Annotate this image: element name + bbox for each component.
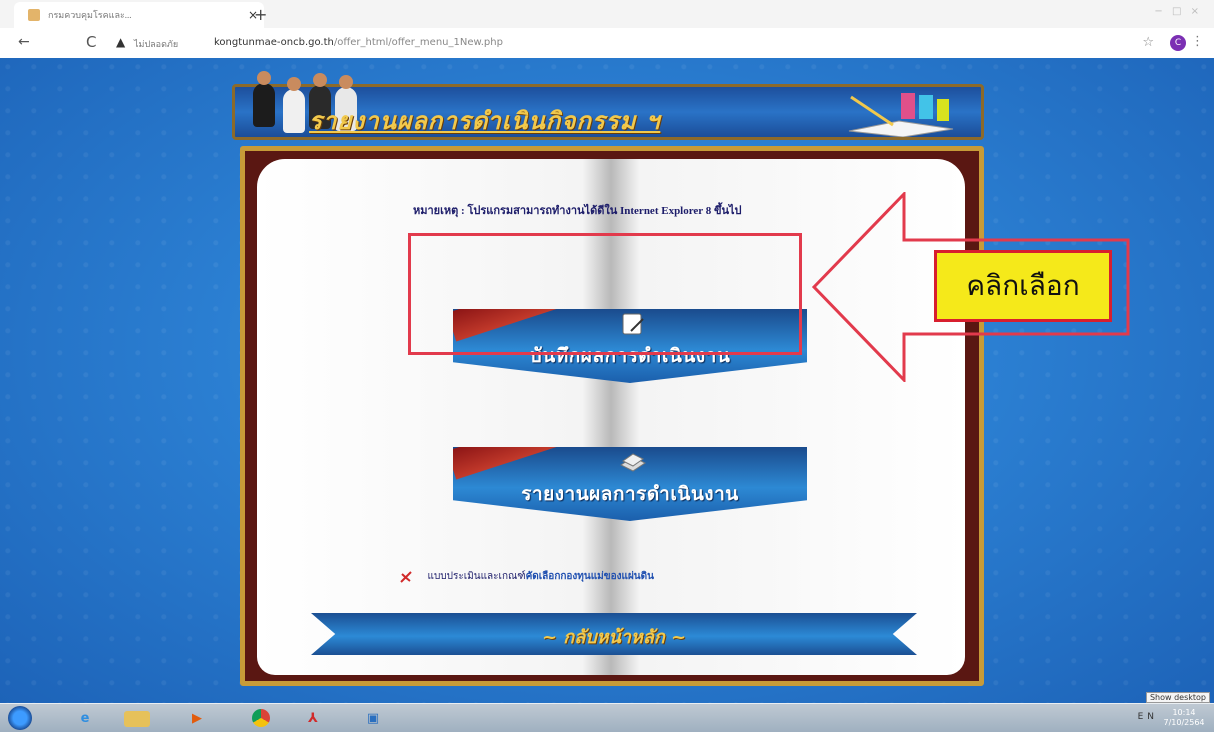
highlight-box [408, 233, 802, 355]
app-window-icon[interactable]: ▣ [358, 707, 388, 729]
bookmark-star-icon[interactable]: ☆ [1142, 35, 1154, 50]
report-results-label: รายงานผลการดำเนินงาน [521, 483, 739, 505]
new-tab-button[interactable]: + [254, 5, 267, 24]
browser-tab-strip: กรมควบคุมโรคและ... × + − □ × [0, 0, 1214, 28]
browser-compat-note: หมายเหตุ : โปรแกรมสามารถทำงานได้ดีใน Int… [413, 205, 742, 217]
address-bar: ← C ▲ ไม่ปลอดภัย kongtunmae-oncb.go.th/o… [0, 28, 1214, 59]
ribbon-decoration [453, 447, 571, 480]
media-player-icon[interactable]: ▶ [182, 707, 212, 729]
site-favicon-icon [28, 9, 40, 21]
taskbar-clock[interactable]: 10:14 7/10/2564 [1160, 708, 1208, 728]
url-domain: kongtunmae-oncb.go.th [214, 37, 334, 48]
back-home-button[interactable]: ~ กลับหน้าหลัก ~ [311, 613, 917, 655]
security-label[interactable]: ไม่ปลอดภัย [134, 37, 178, 51]
internet-explorer-icon[interactable]: e [70, 707, 100, 729]
windows-taskbar: e ▶ ⅄ ▣ EN 10:14 7/10/2564 Show desktop [0, 692, 1214, 732]
pdf-icon [400, 570, 412, 583]
back-button[interactable]: ← [18, 34, 30, 50]
browser-tab[interactable]: กรมควบคุมโรคและ... × [14, 2, 264, 28]
back-home-label: ~ กลับหน้าหลัก ~ [541, 627, 687, 648]
url-field[interactable]: kongtunmae-oncb.go.th/offer_html/offer_m… [214, 37, 503, 48]
show-desktop-tooltip: Show desktop [1145, 692, 1210, 703]
chrome-icon[interactable] [246, 707, 276, 729]
click-select-callout: คลิกเลือก [934, 250, 1112, 322]
profile-avatar[interactable]: C [1170, 35, 1186, 51]
banner-title: รายงานผลการดำเนินกิจกรรม ฯ [309, 106, 661, 135]
url-path: /offer_html/offer_menu_1New.php [333, 37, 503, 48]
browser-menu-icon[interactable]: ⋮ [1191, 34, 1204, 49]
report-results-button[interactable]: รายงานผลการดำเนินงาน [453, 447, 807, 521]
clock-time: 10:14 [1172, 708, 1196, 717]
header-banner: รายงานผลการดำเนินกิจกรรม ฯ [232, 71, 984, 140]
start-button[interactable] [8, 706, 32, 730]
open-book-decoration-icon [848, 93, 954, 137]
tab-title: กรมควบคุมโรคและ... [48, 10, 132, 20]
tray-language[interactable]: EN [1138, 712, 1158, 722]
books-icon [620, 453, 646, 472]
reload-button[interactable]: C [86, 33, 96, 51]
warning-icon[interactable]: ▲ [116, 35, 125, 49]
acrobat-icon[interactable]: ⅄ [298, 707, 328, 729]
pdf-link-text: แบบประเมินและเกณฑ์ [427, 571, 526, 582]
clock-date: 7/10/2564 [1163, 718, 1205, 727]
pdf-link-highlight: คัดเลือกกองทุนแม่ของแผ่นดิน [525, 571, 654, 582]
window-controls[interactable]: − □ × [1154, 6, 1202, 17]
file-explorer-icon[interactable] [124, 711, 150, 727]
assessment-pdf-link[interactable]: แบบประเมินและเกณฑ์คัดเลือกกองทุนแม่ของแผ… [399, 569, 654, 584]
